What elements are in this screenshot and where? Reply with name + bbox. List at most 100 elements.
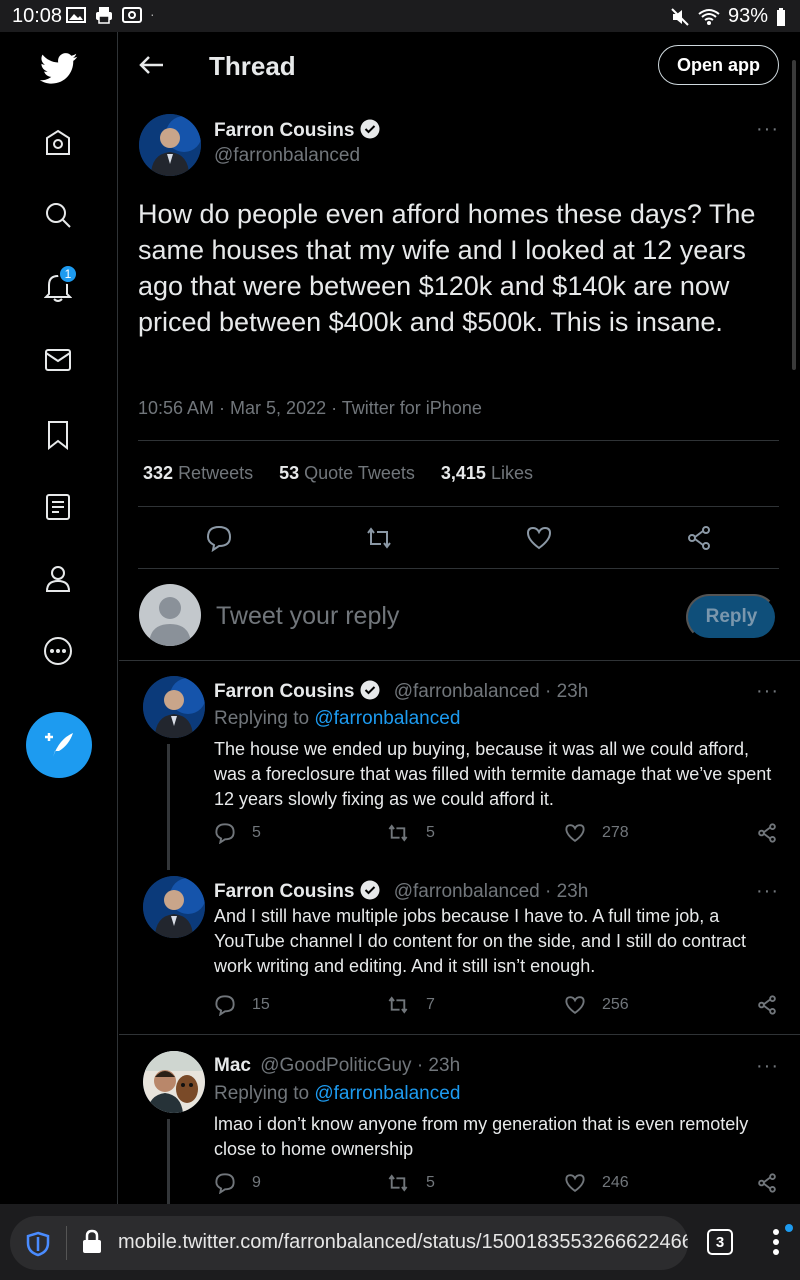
share-icon[interactable] <box>756 822 778 844</box>
share-icon[interactable] <box>685 524 713 552</box>
bookmark-icon[interactable] <box>40 417 76 453</box>
author-handle[interactable]: @farronbalanced · 23h <box>394 881 589 902</box>
reply-icon[interactable] <box>205 524 233 552</box>
more-options-icon[interactable]: ··· <box>756 680 779 703</box>
retweets-stat[interactable]: 332 Retweets <box>143 463 253 484</box>
author-handle[interactable]: @GoodPoliticGuy · 23h <box>260 1055 460 1076</box>
print-icon <box>96 7 112 24</box>
like-action[interactable]: 246 <box>564 1172 629 1194</box>
more-options-icon[interactable]: ··· <box>756 1055 779 1078</box>
thread-connector <box>167 1119 170 1209</box>
reply-button[interactable]: Reply <box>686 594 777 640</box>
like-action[interactable]: 256 <box>564 994 629 1016</box>
more-options-icon[interactable]: ··· <box>756 118 779 141</box>
mail-icon[interactable] <box>40 342 76 378</box>
like-icon <box>565 1174 585 1193</box>
tab-switcher-button[interactable]: 3 <box>707 1229 733 1255</box>
retweet-action[interactable]: 7 <box>386 994 435 1016</box>
author-handle[interactable]: @farronbalanced <box>214 145 360 167</box>
retweet-action[interactable]: 5 <box>386 1172 435 1194</box>
reply-text: The house we ended up buying, because it… <box>214 739 772 809</box>
author-name[interactable]: Farron Cousins <box>214 881 354 902</box>
more-icon[interactable] <box>40 633 76 669</box>
status-bar: 10:08 · 93% <box>0 0 800 32</box>
likes-stat[interactable]: 3,415 Likes <box>441 463 533 484</box>
compose-feather-icon <box>45 733 73 757</box>
avatar[interactable] <box>143 876 205 938</box>
address-bar[interactable]: mobile.twitter.com/farronbalanced/status… <box>10 1216 688 1270</box>
battery-level: 93% <box>727 5 768 27</box>
battery-icon <box>777 7 785 26</box>
author-name[interactable]: Farron Cousins <box>214 681 354 702</box>
author-handle[interactable]: @farronbalanced · 23h <box>394 681 589 702</box>
replying-to: Replying to @farronbalanced <box>214 1083 461 1104</box>
author-name[interactable]: Mac <box>214 1055 251 1076</box>
compose-tweet-button[interactable] <box>26 712 92 778</box>
profile-icon[interactable] <box>40 561 76 597</box>
thread-column: Thread Open app Farron Cousins @farronba… <box>119 32 800 1209</box>
avatar[interactable] <box>139 114 201 176</box>
tweet-timestamp[interactable]: 10:56 AM · Mar 5, 2022 · Twitter for iPh… <box>138 398 482 419</box>
divider <box>119 1034 800 1035</box>
wifi-icon <box>698 8 720 25</box>
lists-icon[interactable] <box>40 489 76 525</box>
author-name[interactable]: Farron Cousins <box>214 119 380 142</box>
like-action[interactable]: 278 <box>564 822 629 844</box>
shield-icon[interactable] <box>26 1231 50 1257</box>
clock: 10:08 <box>12 5 63 27</box>
reply-action[interactable]: 5 <box>214 822 261 844</box>
menu-dots-icon[interactable] <box>770 1226 782 1258</box>
reply-input[interactable]: Tweet your reply <box>216 602 399 631</box>
reply-actions: 15 7 256 <box>214 994 784 1020</box>
like-icon[interactable] <box>525 524 553 552</box>
reply-actions: 9 5 246 <box>214 1172 784 1198</box>
divider <box>66 1226 67 1260</box>
status-dot: · <box>150 6 155 22</box>
verified-badge-icon <box>360 880 380 900</box>
divider <box>119 660 800 661</box>
like-icon <box>565 824 585 843</box>
mute-icon <box>671 7 689 26</box>
reply-compose: Tweet your reply Reply <box>119 584 800 660</box>
retweet-action[interactable]: 5 <box>386 822 435 844</box>
more-options-icon[interactable]: ··· <box>756 880 779 903</box>
verified-badge-icon <box>360 119 380 139</box>
thread-connector <box>167 744 170 870</box>
reply-actions: 5 5 278 <box>214 822 784 848</box>
mention-link[interactable]: @farronbalanced <box>314 708 460 729</box>
replying-to: Replying to @farronbalanced <box>214 708 461 729</box>
url-text[interactable]: mobile.twitter.com/farronbalanced/status… <box>118 1231 688 1254</box>
home-icon[interactable] <box>40 125 76 161</box>
share-icon[interactable] <box>756 1172 778 1194</box>
system-icons: 93% <box>670 5 786 28</box>
update-indicator <box>785 1224 793 1232</box>
reply-icon <box>215 995 235 1016</box>
retweet-icon[interactable] <box>365 524 393 552</box>
reply-icon <box>215 1173 235 1194</box>
tweet-stats: 332 Retweets 53 Quote Tweets 3,415 Likes <box>143 463 533 484</box>
search-icon[interactable] <box>40 197 76 233</box>
verified-badge-icon <box>360 680 380 700</box>
divider <box>138 568 779 569</box>
like-icon <box>565 996 585 1015</box>
reply-icon <box>215 823 235 844</box>
page-title: Thread <box>209 51 296 81</box>
scrollbar[interactable] <box>792 60 796 370</box>
reply-action[interactable]: 15 <box>214 994 270 1016</box>
avatar[interactable] <box>143 676 205 738</box>
back-arrow-icon[interactable] <box>137 50 167 80</box>
reply-text: And I still have multiple jobs because I… <box>214 906 747 976</box>
twitter-logo-icon[interactable] <box>38 48 80 90</box>
reply-header: Farron Cousins @farronbalanced · 23h <box>214 680 588 703</box>
mention-link[interactable]: @farronbalanced <box>314 1083 460 1104</box>
lock-icon[interactable] <box>81 1229 103 1255</box>
retweet-icon <box>388 1174 408 1192</box>
reply-header: Mac @GoodPoliticGuy · 23h <box>214 1055 460 1077</box>
quote-tweets-stat[interactable]: 53 Quote Tweets <box>279 463 415 484</box>
share-icon[interactable] <box>756 994 778 1016</box>
reply-header: Farron Cousins @farronbalanced · 23h <box>214 880 588 903</box>
retweet-icon <box>388 996 408 1014</box>
reply-action[interactable]: 9 <box>214 1172 261 1194</box>
avatar[interactable] <box>143 1051 205 1113</box>
open-app-button[interactable]: Open app <box>658 45 779 85</box>
